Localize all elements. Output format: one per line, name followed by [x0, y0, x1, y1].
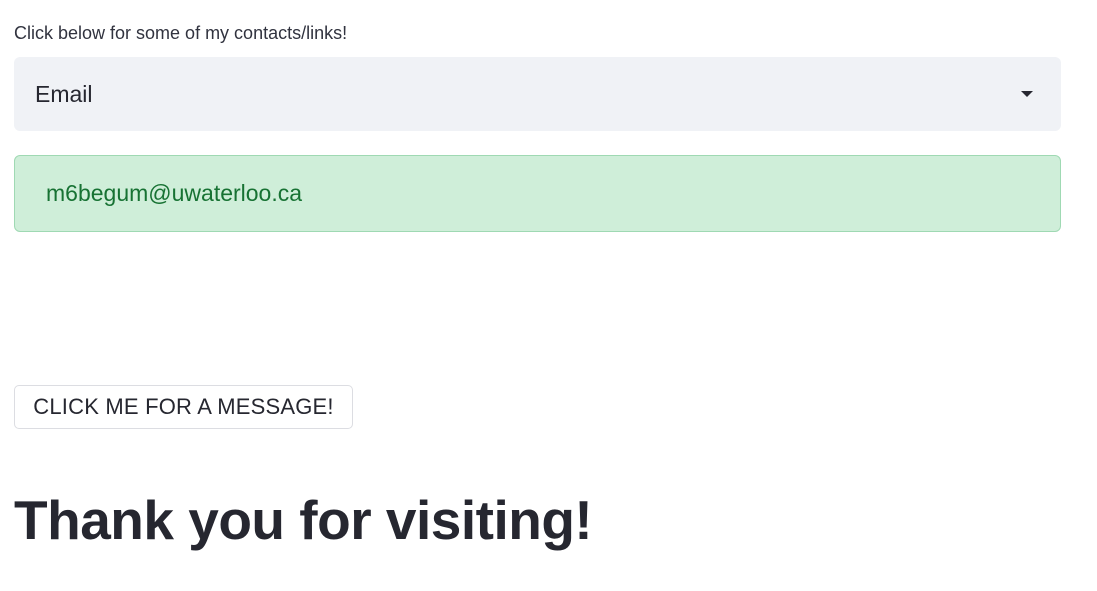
closing-heading: Thank you for visiting! — [14, 489, 593, 551]
caret-down-icon[interactable] — [1021, 91, 1033, 97]
page: Click below for some of my contacts/link… — [0, 0, 1097, 591]
email-address-text: m6begum@uwaterloo.ca — [46, 180, 303, 206]
contacts-select-value: Email — [35, 80, 93, 107]
contacts-select[interactable]: Email — [14, 57, 1061, 131]
email-success-alert: m6begum@uwaterloo.ca — [14, 155, 1061, 232]
contacts-select-label: Click below for some of my contacts/link… — [14, 23, 348, 43]
message-button[interactable]: CLICK ME FOR A MESSAGE! — [14, 385, 353, 429]
